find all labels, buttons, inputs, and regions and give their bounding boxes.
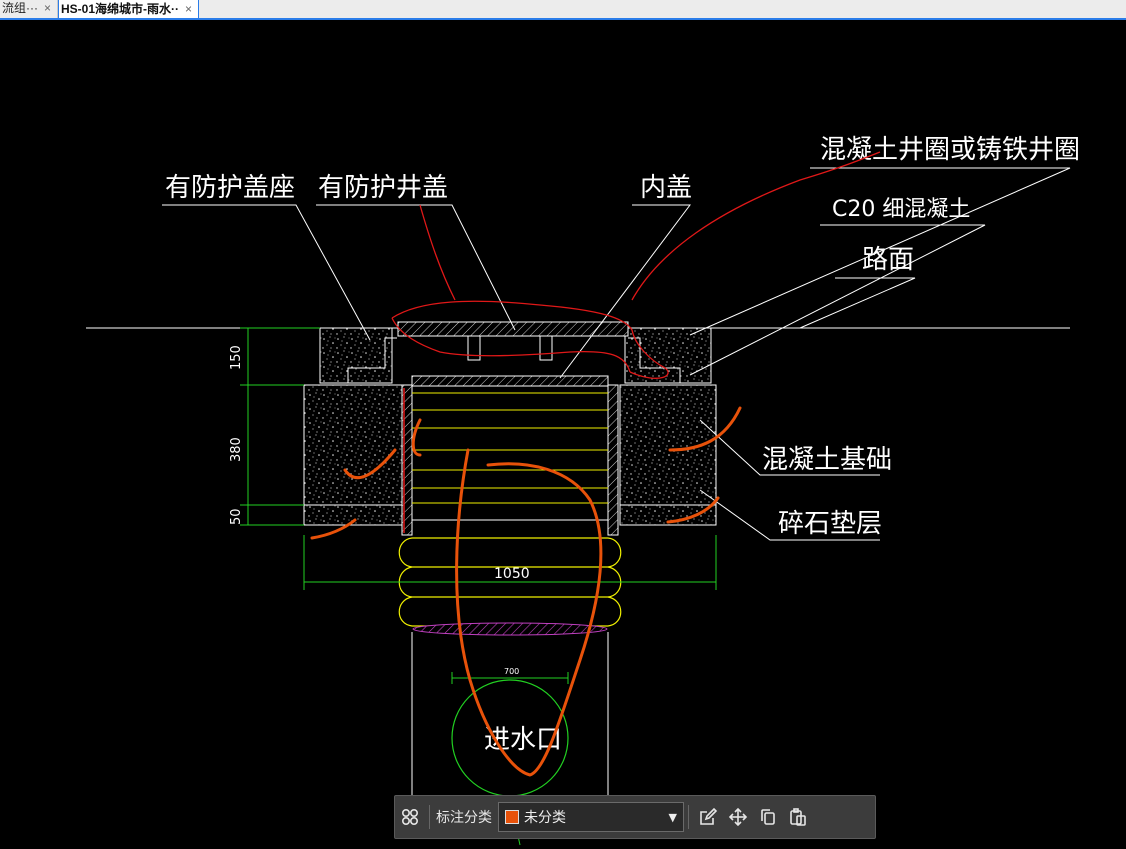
copy-icon[interactable] <box>753 802 783 832</box>
label-manhole-cover: 有防护井盖 <box>318 173 448 203</box>
grid-icon[interactable] <box>395 802 425 832</box>
label-c20: C20 细混凝土 <box>832 197 970 222</box>
tab-label: 流组··· <box>2 1 38 15</box>
cad-canvas[interactable]: 700 进水口 150 380 50 1050 有防护盖座 有防护井盖 内盖 混… <box>0 22 1126 849</box>
divider <box>688 805 689 829</box>
category-value: 未分类 <box>524 809 566 825</box>
inner-cover <box>411 375 609 387</box>
close-icon[interactable]: × <box>44 0 51 18</box>
category-label: 标注分类 <box>436 809 492 825</box>
divider <box>429 805 430 829</box>
close-icon[interactable]: × <box>185 0 192 19</box>
move-icon[interactable] <box>723 802 753 832</box>
dim-150: 150 <box>229 345 244 370</box>
cad-drawing: 700 进水口 150 380 50 1050 有防护盖座 有防护井盖 内盖 混… <box>86 135 1080 846</box>
dim-1050: 1050 <box>494 566 530 582</box>
tab-drawing[interactable]: HS-01海绵城市-雨水·· × <box>58 0 200 19</box>
dim-380: 380 <box>229 437 244 462</box>
tab-bar: 流组··· × HS-01海绵城市-雨水·· × <box>0 0 1126 20</box>
edit-icon[interactable] <box>693 802 723 832</box>
chevron-down-icon: ▼ <box>668 811 677 824</box>
label-gravel: 碎石垫层 <box>778 509 882 539</box>
tab-flow[interactable]: 流组··· × <box>0 0 59 18</box>
category-select[interactable]: 未分类 ▼ <box>498 802 684 832</box>
left-foundation <box>303 384 403 506</box>
label-foundation: 混凝土基础 <box>762 445 892 475</box>
color-swatch <box>505 810 519 824</box>
paste-icon[interactable] <box>783 802 813 832</box>
dim-50: 50 <box>229 508 244 525</box>
label-cover-seat: 有防护盖座 <box>165 173 295 203</box>
label-inner-cover: 内盖 <box>640 173 692 203</box>
tab-label: HS-01海绵城市-雨水·· <box>61 1 180 16</box>
label-road: 路面 <box>862 245 914 275</box>
annotation-toolbar: 标注分类 未分类 ▼ <box>394 795 876 839</box>
dim-small: 700 <box>504 667 519 676</box>
left-cover-seat <box>319 327 393 384</box>
